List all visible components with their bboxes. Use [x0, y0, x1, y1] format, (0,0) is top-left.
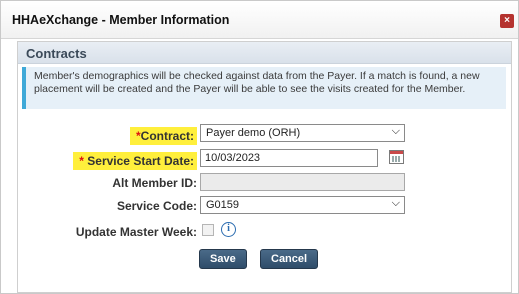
- service-code-label: Service Code:: [116, 199, 197, 213]
- service-code-value: G0159: [206, 199, 240, 211]
- update-master-week-label: Update Master Week:: [75, 225, 197, 239]
- member-information-dialog: HHAeXchange - Member Information × Contr…: [0, 0, 519, 294]
- service-code-row: Service Code: G0159 ⌵: [18, 196, 511, 218]
- required-mark: *: [79, 154, 84, 168]
- calendar-icon[interactable]: [389, 150, 404, 164]
- contract-select[interactable]: Payer demo (ORH) ⌵: [200, 124, 405, 142]
- section-title: Contracts: [26, 46, 87, 61]
- close-icon[interactable]: ×: [500, 14, 514, 28]
- contract-select-value: Payer demo (ORH): [206, 127, 301, 139]
- service-start-date-label-text: Service Start Date:: [87, 154, 194, 168]
- alt-member-id-row: Alt Member ID:: [18, 173, 511, 195]
- contract-label: *Contract:: [129, 127, 197, 145]
- service-start-date-row: * Service Start Date: 10/03/2023: [18, 149, 511, 171]
- cancel-button[interactable]: Cancel: [260, 249, 319, 269]
- update-master-week-checkbox[interactable]: [202, 224, 214, 236]
- update-master-week-row: Update Master Week: i: [18, 222, 511, 244]
- contract-row: *Contract: Payer demo (ORH) ⌵: [18, 124, 511, 146]
- contract-label-text: Contract:: [140, 129, 194, 143]
- chevron-down-icon: ⌵: [391, 197, 400, 209]
- service-start-date-input[interactable]: 10/03/2023: [200, 149, 378, 167]
- chevron-down-icon: ⌵: [391, 125, 400, 137]
- contracts-panel: Contracts Member's demographics will be …: [17, 41, 512, 293]
- dialog-title: HHAeXchange - Member Information: [12, 13, 230, 27]
- section-header: Contracts: [18, 42, 511, 64]
- alt-member-id-input[interactable]: [200, 173, 405, 191]
- save-button[interactable]: Save: [199, 249, 247, 269]
- info-message-box: Member's demographics will be checked ag…: [22, 67, 506, 109]
- info-message: Member's demographics will be checked ag…: [34, 70, 480, 95]
- info-icon[interactable]: i: [221, 222, 236, 237]
- service-start-date-label: * Service Start Date:: [73, 152, 197, 170]
- service-start-date-value: 10/03/2023: [205, 152, 261, 164]
- service-code-select[interactable]: G0159 ⌵: [200, 196, 405, 214]
- dialog-titlebar: HHAeXchange - Member Information ×: [1, 1, 518, 39]
- alt-member-id-label: Alt Member ID:: [112, 176, 197, 190]
